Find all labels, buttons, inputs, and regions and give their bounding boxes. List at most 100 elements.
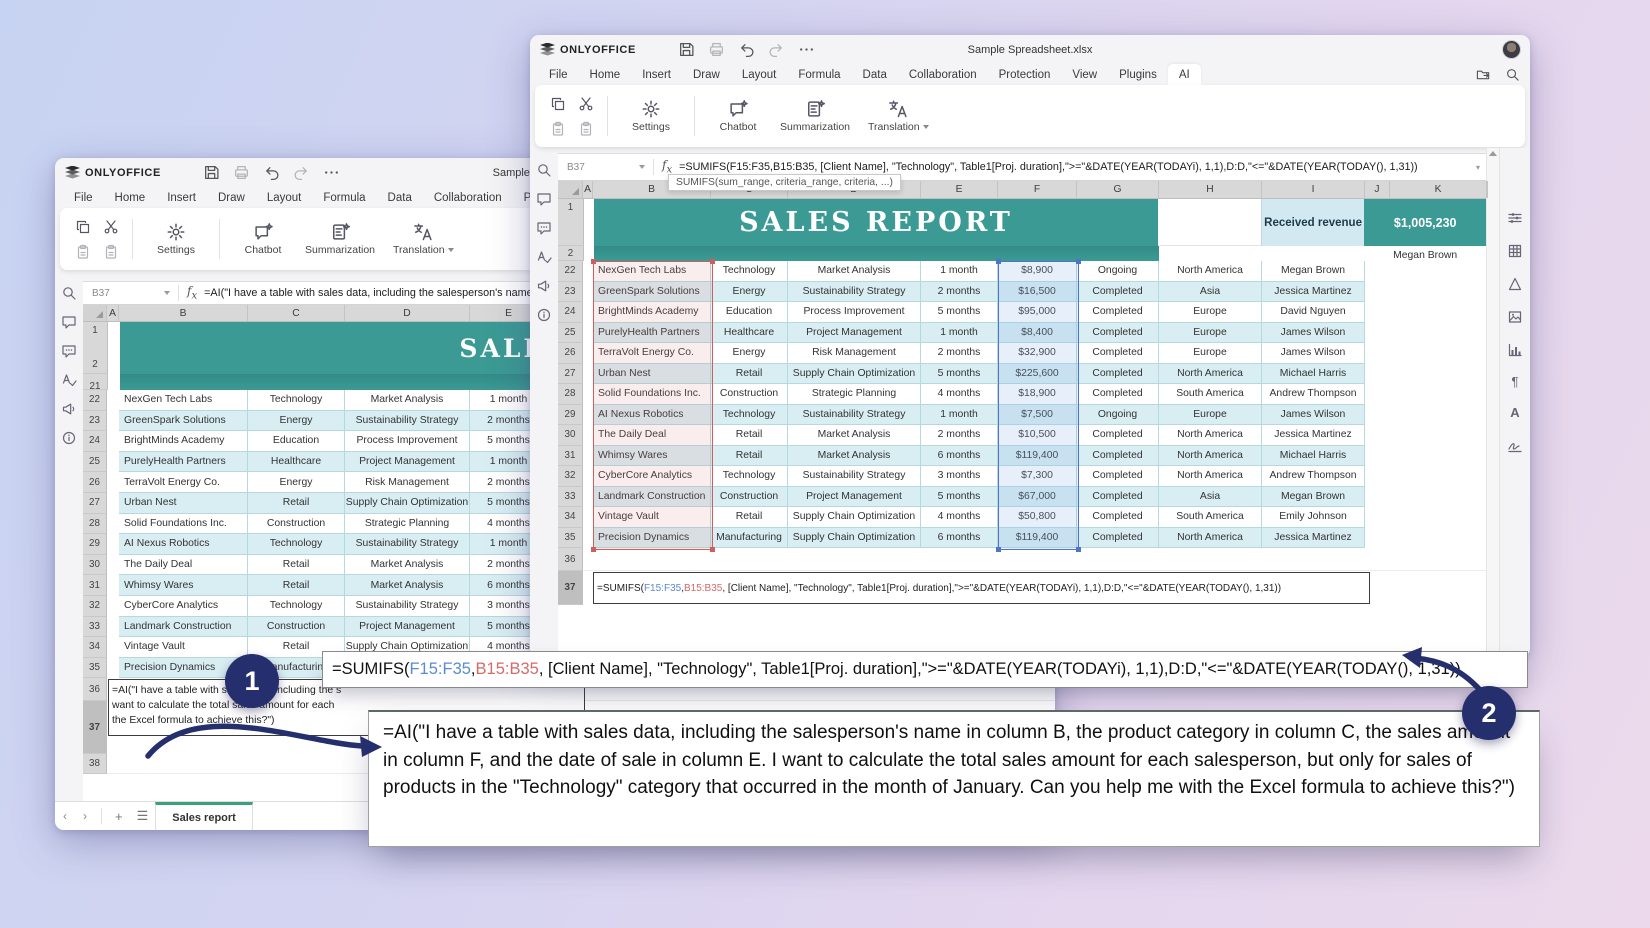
cell[interactable]: Technology <box>711 405 788 426</box>
menu-tab-data[interactable]: Data <box>377 187 423 208</box>
row-header[interactable]: 22 <box>558 261 583 282</box>
cell[interactable]: North America <box>1159 425 1262 446</box>
cell[interactable] <box>583 302 593 323</box>
cell[interactable]: Project Management <box>788 323 921 344</box>
cell[interactable]: 4 months <box>921 507 998 528</box>
cell[interactable]: Solid Foundations Inc. <box>593 384 711 405</box>
cell[interactable]: Energy <box>711 343 788 364</box>
cell[interactable]: Completed <box>1077 446 1159 467</box>
row-header[interactable]: 26 <box>558 343 583 364</box>
about-icon[interactable] <box>536 307 552 323</box>
cell[interactable]: Vintage Vault <box>593 507 711 528</box>
cell[interactable] <box>1390 282 1486 303</box>
menu-tab-layout[interactable]: Layout <box>256 187 313 208</box>
cell[interactable]: Completed <box>1077 384 1159 405</box>
add-sheet-icon[interactable]: + <box>108 809 130 824</box>
cell[interactable]: Market Analysis <box>788 446 921 467</box>
cell[interactable] <box>107 493 119 514</box>
front-formula-text[interactable]: =SUMIFS(F15:F35,B15:B35, [Client Name], … <box>679 161 1476 173</box>
cell[interactable]: 5 months <box>921 487 998 508</box>
column-header[interactable]: E <box>921 181 998 198</box>
cell[interactable]: Process Improvement <box>345 431 470 452</box>
menu-tab-protection[interactable]: Protection <box>988 64 1062 85</box>
row-header[interactable]: 1 <box>568 202 573 213</box>
cell[interactable]: $8,900 <box>998 261 1077 282</box>
cell[interactable]: Manufacturing <box>711 528 788 549</box>
row-header[interactable]: 30 <box>83 555 107 576</box>
row-header[interactable]: 38 <box>83 754 107 774</box>
cell[interactable] <box>1390 261 1486 282</box>
cell[interactable]: Sustainability Strategy <box>345 411 470 432</box>
cell[interactable]: Market Analysis <box>788 425 921 446</box>
cell[interactable]: The Daily Deal <box>119 555 248 576</box>
paste-special-icon[interactable] <box>103 244 119 260</box>
cell[interactable]: Whimsy Wares <box>593 446 711 467</box>
cell[interactable] <box>107 472 119 493</box>
row-header[interactable]: 27 <box>558 364 583 385</box>
chat-icon[interactable] <box>536 220 552 236</box>
cell[interactable]: $119,400 <box>998 528 1077 549</box>
chatbot-button[interactable]: Chatbot <box>230 218 296 260</box>
cell[interactable]: NexGen Tech Labs <box>593 261 711 282</box>
cell[interactable]: North America <box>1159 466 1262 487</box>
table-settings-icon[interactable] <box>1507 243 1523 259</box>
settings-button[interactable]: Settings <box>143 218 209 260</box>
cell[interactable]: AI Nexus Robotics <box>593 405 711 426</box>
cell[interactable] <box>107 452 119 473</box>
row-header[interactable]: 21 <box>83 374 108 390</box>
cell[interactable]: Energy <box>248 472 345 493</box>
cell[interactable]: BrightMinds Academy <box>593 302 711 323</box>
menu-tab-data[interactable]: Data <box>852 64 898 85</box>
row-header[interactable]: 24 <box>83 431 107 452</box>
cell[interactable]: Megan Brown <box>1262 487 1365 508</box>
cell[interactable] <box>583 323 593 344</box>
cell[interactable] <box>1390 302 1486 323</box>
copy-icon[interactable] <box>550 96 566 112</box>
menu-tab-home[interactable]: Home <box>579 64 632 85</box>
cell[interactable]: Supply Chain Optimization <box>788 528 921 549</box>
row-header[interactable]: 28 <box>558 384 583 405</box>
cell[interactable]: South America <box>1159 384 1262 405</box>
cell[interactable]: Project Management <box>788 487 921 508</box>
cell[interactable]: Europe <box>1159 323 1262 344</box>
column-header[interactable]: J <box>1365 181 1390 198</box>
cell[interactable]: Energy <box>248 411 345 432</box>
cell[interactable]: Europe <box>1159 405 1262 426</box>
cell[interactable]: $18,900 <box>998 384 1077 405</box>
spellcheck-icon[interactable] <box>61 372 77 388</box>
cell[interactable] <box>107 575 119 596</box>
translation-button[interactable]: Translation <box>384 218 463 260</box>
cell[interactable]: Andrew Thompson <box>1262 466 1365 487</box>
menu-tab-formula[interactable]: Formula <box>787 64 851 85</box>
cell[interactable]: $7,300 <box>998 466 1077 487</box>
cell[interactable] <box>1365 323 1390 344</box>
row-header[interactable]: 31 <box>83 575 107 596</box>
cell[interactable] <box>1365 261 1390 282</box>
column-header[interactable]: D <box>345 305 470 321</box>
cut-icon[interactable] <box>578 96 594 112</box>
row-header[interactable]: 25 <box>558 323 583 344</box>
cell[interactable] <box>1390 343 1486 364</box>
cell[interactable] <box>1390 507 1486 528</box>
cell[interactable]: Healthcare <box>711 323 788 344</box>
cell[interactable]: PurelyHealth Partners <box>593 323 711 344</box>
menu-tab-collaboration[interactable]: Collaboration <box>898 64 988 85</box>
row-header[interactable]: 27 <box>83 493 107 514</box>
cell[interactable]: $119,400 <box>998 446 1077 467</box>
signature-settings-icon[interactable] <box>1507 437 1523 453</box>
sheet-tab-sales-report[interactable]: Sales report <box>155 802 253 830</box>
cell[interactable]: Jessica Martinez <box>1262 528 1365 549</box>
cell[interactable]: North America <box>1159 364 1262 385</box>
row-header[interactable]: 37 <box>83 701 107 754</box>
cell[interactable]: Construction <box>711 384 788 405</box>
cell[interactable]: David Nguyen <box>1262 302 1365 323</box>
cell[interactable]: Completed <box>1077 528 1159 549</box>
search-icon[interactable] <box>1505 67 1520 82</box>
menu-tab-insert[interactable]: Insert <box>631 64 682 85</box>
search-icon[interactable] <box>536 162 552 178</box>
cell[interactable]: Completed <box>1077 487 1159 508</box>
cell[interactable]: Emily Johnson <box>1262 507 1365 528</box>
cell[interactable]: Retail <box>248 555 345 576</box>
cell[interactable] <box>1390 487 1486 508</box>
cell[interactable]: The Daily Deal <box>593 425 711 446</box>
